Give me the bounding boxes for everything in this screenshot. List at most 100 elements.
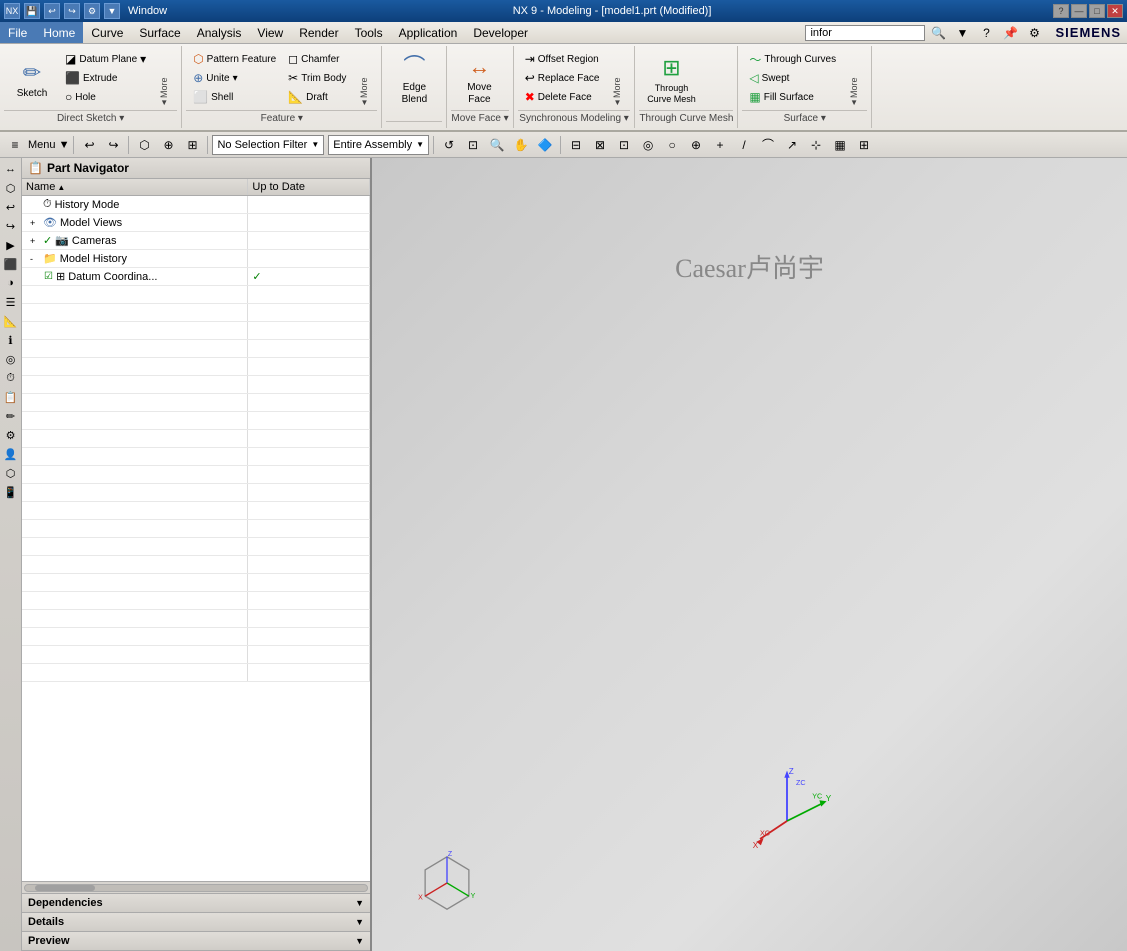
undo-btn[interactable]: ↩ — [78, 134, 100, 156]
assembly-dropdown[interactable]: Entire Assembly ▼ — [328, 135, 429, 155]
preview-header[interactable]: Preview ▼ — [22, 932, 370, 950]
dependencies-header[interactable]: Dependencies ▼ — [22, 894, 370, 912]
through-curve-mesh-button[interactable]: ⊞ Through Curve Mesh — [641, 50, 701, 110]
nav-hscroll[interactable] — [22, 881, 370, 893]
swept-button[interactable]: ◁ Swept — [744, 69, 841, 87]
close-btn[interactable]: ✕ — [1107, 4, 1123, 18]
col-uptodate-header[interactable]: Up to Date — [248, 179, 370, 196]
pattern-feature-button[interactable]: ⬡ Pattern Feature — [188, 50, 281, 68]
sketch-more-button[interactable]: More ▼ — [153, 50, 175, 110]
datum-plane-arrow[interactable]: ▾ — [140, 52, 146, 66]
menu-home[interactable]: Home — [35, 22, 83, 43]
through-curves-button[interactable]: 〜 Through Curves — [744, 50, 841, 68]
snap14-btn[interactable]: ▦ — [829, 134, 851, 156]
unite-button[interactable]: ⊕ Unite ▾ — [188, 69, 281, 87]
quick-access-settings[interactable]: ⚙ — [84, 3, 100, 19]
snap6-btn[interactable]: ◎ — [637, 134, 659, 156]
quick-access-redo[interactable]: ↪ — [64, 3, 80, 19]
snap-btn[interactable]: ⊕ — [157, 134, 179, 156]
menu-view[interactable]: View — [249, 22, 291, 43]
window-label[interactable]: Window — [124, 5, 171, 17]
sidebar-icon-14[interactable]: ✏ — [2, 407, 20, 425]
snap8-btn[interactable]: ⊕ — [685, 134, 707, 156]
sidebar-icon-17[interactable]: ⬡ — [2, 464, 20, 482]
unite-arrow[interactable]: ▾ — [233, 73, 238, 84]
sketch-button[interactable]: ✏ Sketch — [6, 50, 58, 110]
details-header[interactable]: Details ▼ — [22, 913, 370, 931]
replace-face-button[interactable]: ↩ Replace Face — [520, 69, 605, 87]
extrude-button[interactable]: ⬛ Extrude — [60, 69, 151, 87]
delete-face-button[interactable]: ✖ Delete Face — [520, 88, 605, 106]
window-btn[interactable]: ▼ — [104, 3, 120, 19]
pin-btn[interactable]: 📌 — [999, 22, 1021, 44]
search-input[interactable] — [805, 25, 925, 41]
snap11-btn[interactable]: ⌒ — [757, 134, 779, 156]
snap5-btn[interactable]: ⊡ — [613, 134, 635, 156]
snap9-btn[interactable]: + — [709, 134, 731, 156]
snap2-btn[interactable]: ⊞ — [181, 134, 203, 156]
datum-plane-button[interactable]: ◪ Datum Plane ▾ — [60, 50, 151, 68]
fit-btn[interactable]: ⊡ — [462, 134, 484, 156]
sidebar-icon-6[interactable]: ⬛ — [2, 255, 20, 273]
menu-surface[interactable]: Surface — [131, 22, 188, 43]
hscroll-thumb[interactable] — [35, 885, 95, 891]
sidebar-icon-5[interactable]: ▶ — [2, 236, 20, 254]
model-views-cell[interactable]: + 👁 Model Views — [22, 214, 248, 232]
menu-tools[interactable]: Tools — [347, 22, 391, 43]
sidebar-icon-8[interactable]: ☰ — [2, 293, 20, 311]
menu-toggle-btn[interactable]: ≡ — [4, 134, 26, 156]
redo-btn[interactable]: ↪ — [102, 134, 124, 156]
hscroll-track[interactable] — [24, 884, 368, 892]
snap4-btn[interactable]: ⊠ — [589, 134, 611, 156]
viewport[interactable]: Caesar卢尚宇 Z ZC Y YC X XC — [372, 158, 1127, 951]
menu-analysis[interactable]: Analysis — [189, 22, 250, 43]
pan-btn[interactable]: ✋ — [510, 134, 532, 156]
hole-button[interactable]: ○ Hole — [60, 88, 151, 106]
chamfer-button[interactable]: ◻ Chamfer — [283, 50, 351, 68]
menu-developer[interactable]: Developer — [465, 22, 536, 43]
sidebar-icon-4[interactable]: ↪ — [2, 217, 20, 235]
sidebar-icon-11[interactable]: ◎ — [2, 350, 20, 368]
sidebar-icon-9[interactable]: 📐 — [2, 312, 20, 330]
menu-label[interactable]: Menu ▼ — [28, 139, 69, 151]
model-views-expand[interactable]: + — [30, 218, 40, 228]
sync-more-button[interactable]: More ▼ — [606, 50, 628, 110]
cameras-expand[interactable]: + — [30, 236, 40, 246]
shell-button[interactable]: ⬜ Shell — [188, 88, 281, 106]
col-name-header[interactable]: Name ▲ — [22, 179, 248, 196]
sidebar-icon-12[interactable]: ⏱ — [2, 369, 20, 387]
surface-more-button[interactable]: More ▼ — [843, 50, 865, 110]
sidebar-icon-1[interactable]: ↔ — [2, 160, 20, 178]
snap12-btn[interactable]: ↗ — [781, 134, 803, 156]
quick-access-save[interactable]: 💾 — [24, 3, 40, 19]
help-btn2[interactable]: ? — [975, 22, 997, 44]
menu-application[interactable]: Application — [391, 22, 466, 43]
sidebar-icon-16[interactable]: 👤 — [2, 445, 20, 463]
settings-btn2[interactable]: ⚙ — [1023, 22, 1045, 44]
snap13-btn[interactable]: ⊹ — [805, 134, 827, 156]
fill-surface-button[interactable]: ▦ Fill Surface — [744, 88, 841, 106]
quick-access-undo[interactable]: ↩ — [44, 3, 60, 19]
sidebar-icon-2[interactable]: ⬡ — [2, 179, 20, 197]
sidebar-icon-3[interactable]: ↩ — [2, 198, 20, 216]
search-button[interactable]: 🔍 — [927, 22, 949, 44]
history-mode-cell[interactable]: ⏱ History Mode — [22, 196, 248, 214]
sidebar-icon-15[interactable]: ⚙ — [2, 426, 20, 444]
snap3-btn[interactable]: ⊟ — [565, 134, 587, 156]
cameras-cell[interactable]: + ✓ 📷 Cameras — [22, 232, 248, 250]
sidebar-icon-13[interactable]: 📋 — [2, 388, 20, 406]
select-btn[interactable]: ⬡ — [133, 134, 155, 156]
sidebar-icon-7[interactable]: ◑ — [2, 274, 20, 292]
orient-btn[interactable]: 🔷 — [534, 134, 556, 156]
snap15-btn[interactable]: ⊞ — [853, 134, 875, 156]
sidebar-icon-18[interactable]: 📱 — [2, 483, 20, 501]
edge-blend-button[interactable]: ⌒ Edge Blend — [388, 50, 440, 110]
search-options-btn[interactable]: ▼ — [951, 22, 973, 44]
minimize-btn[interactable]: — — [1071, 4, 1087, 18]
menu-render[interactable]: Render — [291, 22, 346, 43]
menu-curve[interactable]: Curve — [83, 22, 131, 43]
draft-button[interactable]: 📐 Draft — [283, 88, 351, 106]
feature-more-button[interactable]: More ▼ — [353, 50, 375, 110]
help-btn[interactable]: ? — [1053, 4, 1069, 18]
snap7-btn[interactable]: ○ — [661, 134, 683, 156]
